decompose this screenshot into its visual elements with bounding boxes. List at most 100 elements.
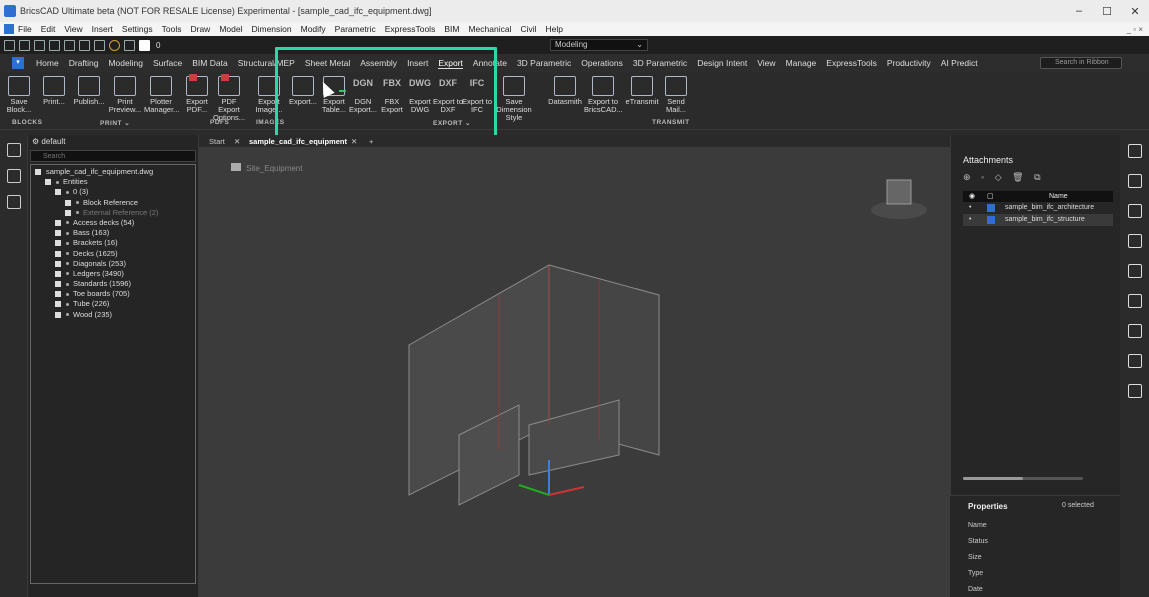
- structure-config[interactable]: ⚙ default: [28, 135, 198, 149]
- grid-icon[interactable]: [1127, 204, 1142, 218]
- menu-parametric[interactable]: Parametric: [335, 24, 376, 34]
- selection-dropdown[interactable]: 0 selected: [1062, 502, 1094, 509]
- print-preview-button[interactable]: Print Preview...: [108, 76, 142, 122]
- tree-search-input[interactable]: Search: [30, 150, 196, 162]
- expand-icon[interactable]: [55, 281, 61, 288]
- pin-icon[interactable]: [1127, 294, 1142, 308]
- home-icon[interactable]: [6, 143, 21, 157]
- attachment-row[interactable]: • sample_bim_ifc_structure: [963, 214, 1113, 226]
- menu-modify[interactable]: Modify: [301, 24, 326, 34]
- expand-icon[interactable]: [55, 240, 61, 247]
- layers-icon[interactable]: [1127, 324, 1142, 338]
- menu-insert[interactable]: Insert: [92, 24, 113, 34]
- properties-icon[interactable]: [1127, 144, 1142, 158]
- export-image-button[interactable]: Export Image...: [252, 76, 286, 122]
- menu-mechanical[interactable]: Mechanical: [468, 24, 511, 34]
- tab-manage[interactable]: Manage: [786, 58, 817, 68]
- redo-icon[interactable]: [94, 39, 105, 51]
- tab-surface[interactable]: Surface: [153, 58, 182, 68]
- tree-row[interactable]: sample_cad_ifc_equipment.dwg: [31, 167, 195, 177]
- tab-insert[interactable]: Insert: [407, 58, 428, 68]
- tab-bim-data[interactable]: BIM Data: [192, 58, 227, 68]
- 3d-model-icon[interactable]: [6, 195, 21, 209]
- tab-home[interactable]: Home: [36, 58, 59, 68]
- tab-view[interactable]: View: [757, 58, 775, 68]
- collapse-icon[interactable]: [35, 169, 41, 176]
- pdf-export-options-button[interactable]: PDF Export Options...: [212, 74, 246, 122]
- export-pdf-button[interactable]: Export PDF...: [180, 74, 214, 122]
- plotter-manager-button[interactable]: Plotter Manager...: [144, 76, 179, 122]
- save-block-button[interactable]: Save Block...: [2, 76, 36, 122]
- new-icon[interactable]: [4, 39, 15, 51]
- tree-row[interactable]: Ledgers (3490): [31, 269, 195, 279]
- menu-tools[interactable]: Tools: [162, 24, 182, 34]
- publish-button[interactable]: Publish...: [72, 76, 106, 122]
- menu-bim[interactable]: BIM: [444, 24, 459, 34]
- save-icon[interactable]: [34, 39, 45, 51]
- tab-3d-parametric-2[interactable]: 3D Parametric: [633, 58, 687, 68]
- tab-annotate[interactable]: Annotate: [473, 58, 507, 68]
- tree-row[interactable]: Toe boards (705): [31, 289, 195, 299]
- datasmith-button[interactable]: Datasmith: [544, 76, 586, 122]
- menu-expresstools[interactable]: ExpressTools: [385, 24, 436, 34]
- tree-row[interactable]: Brackets (16): [31, 238, 195, 248]
- menu-draw[interactable]: Draw: [190, 24, 210, 34]
- menu-dimension[interactable]: Dimension: [251, 24, 291, 34]
- layer-lock-icon[interactable]: [124, 39, 135, 51]
- column-name[interactable]: Name: [1049, 193, 1068, 200]
- tab-design-intent[interactable]: Design Intent: [697, 58, 747, 68]
- collapse-icon[interactable]: [55, 189, 61, 196]
- open-icon[interactable]: [19, 39, 30, 51]
- scaffold-model[interactable]: [408, 264, 660, 506]
- undo-icon[interactable]: [79, 39, 90, 51]
- group-export[interactable]: EXPORT ⌄: [433, 119, 471, 127]
- menu-model[interactable]: Model: [219, 24, 242, 34]
- tab-expresstools[interactable]: ExpressTools: [826, 58, 877, 68]
- etransmit-button[interactable]: eTransmit: [625, 76, 659, 122]
- tab-3d-parametric[interactable]: 3D Parametric: [517, 58, 571, 68]
- menu-settings[interactable]: Settings: [122, 24, 153, 34]
- tree-row[interactable]: Access decks (54): [31, 218, 195, 228]
- tree-row[interactable]: Entities: [31, 177, 195, 187]
- beam-icon[interactable]: [1127, 384, 1142, 398]
- tab-assembly[interactable]: Assembly: [360, 58, 397, 68]
- group-print[interactable]: PRINT ⌄: [100, 119, 130, 127]
- table-icon[interactable]: [1127, 264, 1142, 278]
- layer-on-icon[interactable]: [109, 39, 120, 51]
- save-as-icon[interactable]: [49, 39, 60, 51]
- expand-icon[interactable]: [55, 260, 61, 267]
- tab-structural-mep[interactable]: Structural/MEP: [238, 58, 295, 68]
- structure-panel-icon[interactable]: [6, 169, 21, 183]
- tree-row[interactable]: Decks (1625): [31, 249, 195, 259]
- export-to-bricscad-button[interactable]: Export to BricsCAD...: [584, 76, 623, 122]
- menu-edit[interactable]: Edit: [41, 24, 56, 34]
- ribbon-search-input[interactable]: Search in Ribbon: [1040, 57, 1122, 69]
- tab-operations[interactable]: Operations: [581, 58, 623, 68]
- expand-icon[interactable]: [55, 291, 61, 298]
- tab-ai-predict[interactable]: AI Predict: [941, 58, 978, 68]
- expand-icon[interactable]: [55, 270, 61, 277]
- attachment-icon[interactable]: [1127, 234, 1142, 248]
- expand-icon[interactable]: [55, 301, 61, 308]
- tab-productivity[interactable]: Productivity: [887, 58, 931, 68]
- eye-icon[interactable]: ◉: [969, 192, 975, 200]
- tab-drafting[interactable]: Drafting: [69, 58, 99, 68]
- tree-row[interactable]: 0 (3): [31, 187, 195, 197]
- menu-file[interactable]: File: [18, 24, 32, 34]
- current-layer[interactable]: 0: [156, 41, 160, 50]
- application-menu-button[interactable]: ▾: [12, 57, 24, 69]
- attachments-toolbar[interactable]: ⊕ ◦ ◇ 🗑 ⧉: [963, 172, 1045, 183]
- save-dimension-style-button[interactable]: Save Dimension Style: [492, 76, 536, 122]
- send-mail-button[interactable]: Send Mail...: [659, 76, 693, 122]
- ruler-icon[interactable]: [1127, 354, 1142, 368]
- tab-modeling[interactable]: Modeling: [108, 58, 143, 68]
- workspace-dropdown[interactable]: Modeling ⌄: [550, 39, 648, 51]
- tree-row[interactable]: External Reference (2): [31, 208, 195, 218]
- print-icon[interactable]: [64, 39, 75, 51]
- expand-icon[interactable]: [65, 199, 71, 206]
- tree-row[interactable]: Bass (163): [31, 228, 195, 238]
- tree-row[interactable]: Tube (226): [31, 299, 195, 309]
- expand-icon[interactable]: [55, 230, 61, 237]
- export-button[interactable]: Export...: [286, 76, 320, 122]
- menu-view[interactable]: View: [64, 24, 82, 34]
